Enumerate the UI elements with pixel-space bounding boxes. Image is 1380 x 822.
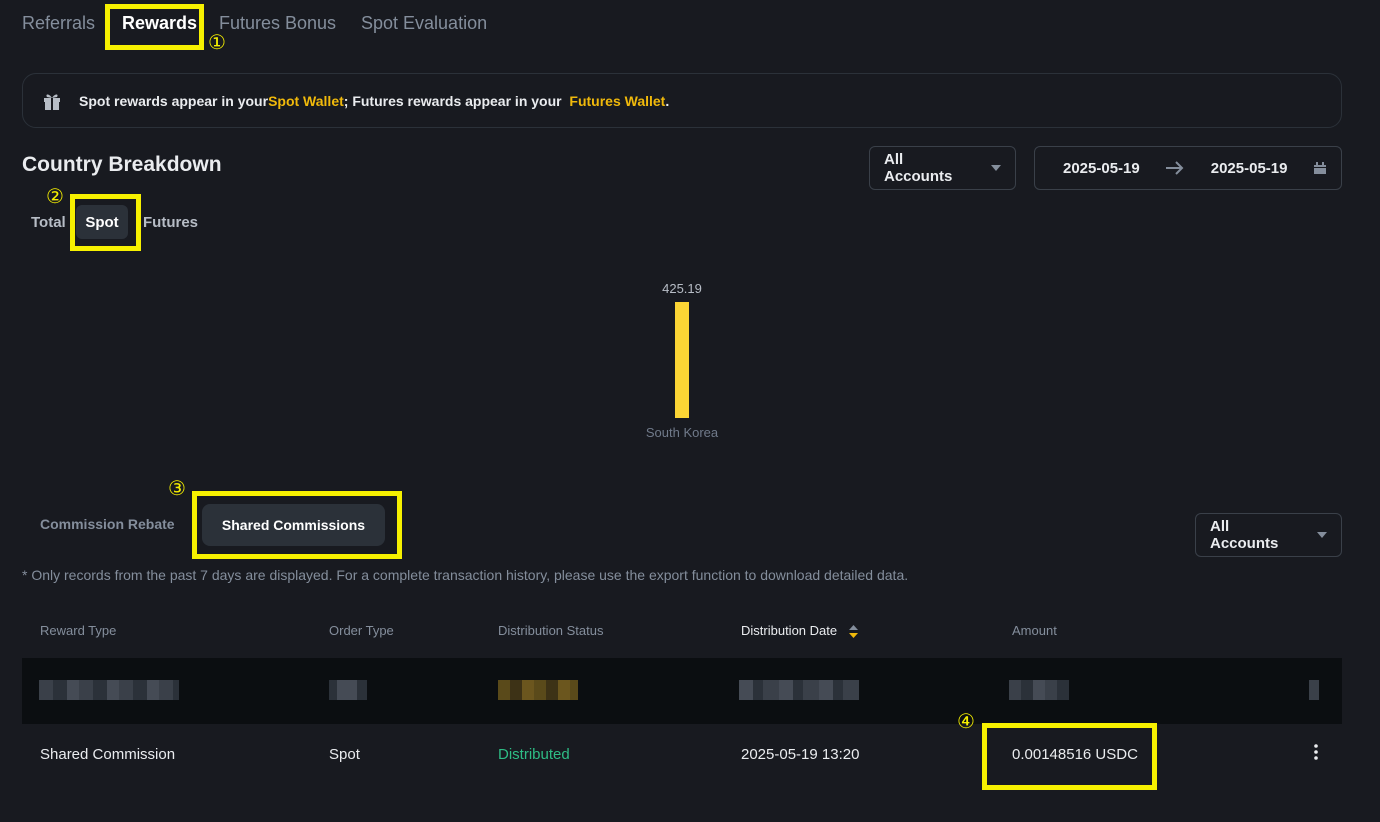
futures-wallet-link[interactable]: Futures Wallet: [569, 93, 665, 109]
notice-text-1: Spot rewards appear in your: [79, 92, 269, 109]
country-bar-chart: 425.19 South Korea: [646, 281, 719, 440]
accounts-select-breakdown[interactable]: All Accounts: [869, 146, 1016, 190]
date-to[interactable]: 2025-05-19: [1211, 160, 1288, 177]
arrow-right-icon: [1166, 161, 1184, 175]
subtab-spot[interactable]: Spot: [76, 205, 128, 239]
marker-4: ④: [957, 709, 975, 733]
header-amount: Amount: [1012, 623, 1057, 638]
tab-shared-commissions[interactable]: Shared Commissions: [202, 504, 385, 546]
cell-distribution-date: 2025-05-19 13:20: [741, 746, 860, 763]
redacted-order-type: [329, 680, 367, 700]
notice-text-2: ; Futures rewards appear in your: [343, 92, 570, 109]
gift-icon: [44, 94, 60, 110]
header-distribution-status: Distribution Status: [498, 623, 604, 638]
redacted-amount: [1009, 680, 1069, 700]
marker-1: ①: [208, 30, 226, 54]
redacted-reward-type: [39, 680, 179, 700]
accounts-select-label-2: All Accounts: [1210, 518, 1279, 552]
cell-amount: 0.00148516 USDC: [1012, 746, 1138, 763]
records-note: * Only records from the past 7 days are …: [22, 567, 909, 583]
chart-category-label: South Korea: [646, 425, 719, 440]
tab-referrals[interactable]: Referrals: [22, 13, 95, 34]
tab-commission-rebate[interactable]: Commission Rebate: [40, 516, 175, 532]
redacted-action: [1309, 680, 1319, 700]
tab-spot-evaluation[interactable]: Spot Evaluation: [361, 13, 487, 34]
page-title: Country Breakdown: [22, 153, 222, 176]
header-distribution-date[interactable]: Distribution Date: [741, 623, 858, 639]
spot-wallet-link[interactable]: Spot Wallet: [268, 93, 344, 109]
calendar-icon[interactable]: [1313, 162, 1327, 174]
accounts-select-label: All Accounts: [884, 151, 953, 185]
date-from[interactable]: 2025-05-19: [1063, 160, 1140, 177]
redacted-date: [739, 680, 859, 700]
marker-2: ②: [46, 184, 64, 208]
sort-icon[interactable]: [848, 625, 858, 639]
table-row-redacted: [22, 658, 1342, 724]
cell-order-type: Spot: [329, 746, 360, 763]
redacted-status: [498, 680, 578, 700]
more-vertical-icon[interactable]: [1313, 744, 1319, 760]
cell-reward-type: Shared Commission: [40, 746, 176, 763]
subtab-futures[interactable]: Futures: [143, 214, 198, 231]
header-order-type: Order Type: [329, 623, 394, 638]
accounts-select-commission[interactable]: All Accounts: [1195, 513, 1342, 557]
wallet-notice: Spot rewards appear in your Spot Wallet …: [22, 73, 1342, 128]
header-distribution-date-label: Distribution Date: [741, 623, 838, 638]
cell-distribution-status: Distributed: [498, 746, 570, 763]
caret-down-icon: [1317, 532, 1327, 538]
tab-futures-bonus[interactable]: Futures Bonus: [219, 13, 336, 34]
subtab-total[interactable]: Total: [31, 214, 66, 231]
notice-text-3: .: [665, 92, 670, 109]
caret-down-icon: [991, 165, 1001, 171]
date-range-picker[interactable]: 2025-05-19 2025-05-19: [1034, 146, 1342, 190]
marker-3: ③: [168, 476, 186, 500]
chart-bar[interactable]: [675, 302, 689, 418]
header-reward-type: Reward Type: [40, 623, 117, 638]
tab-rewards[interactable]: Rewards: [122, 13, 197, 34]
chart-data-label: 425.19: [662, 281, 702, 296]
